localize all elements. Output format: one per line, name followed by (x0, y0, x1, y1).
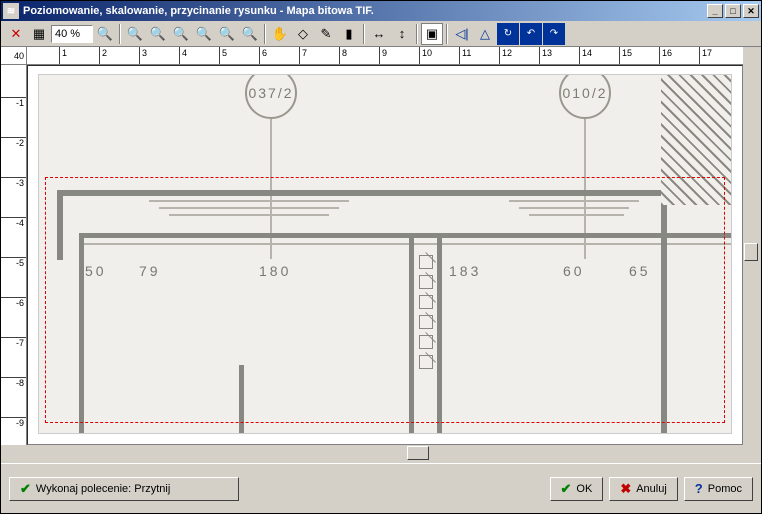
zoom-tool-3[interactable]: 🔍 (170, 23, 192, 45)
x-icon: ✖ (620, 481, 631, 497)
zoom-tool-1[interactable]: 🔍 (124, 23, 146, 45)
cancel-button[interactable]: ✖ Anuluj (609, 477, 677, 501)
drawing-canvas: 037/2 010/2 (38, 74, 732, 434)
pencil-icon[interactable]: ✎ (315, 23, 337, 45)
zoom-input[interactable]: 40 % (51, 25, 93, 43)
rotate-right-icon[interactable]: ↷ (543, 23, 565, 45)
room-label-right: 010/2 (559, 74, 611, 119)
rotate-left-icon[interactable]: ↶ (520, 23, 542, 45)
bottom-panel: ✔ Wykonaj polecenie: Przytnij ✔ OK ✖ Anu… (1, 463, 761, 513)
window-title: Poziomowanie, skalowanie, przycinanie ry… (23, 5, 707, 17)
ruler-horizontal: 1 2 3 4 5 6 7 8 9 10 11 12 13 14 15 16 1… (27, 47, 743, 65)
cancel-label: Anuluj (636, 483, 667, 495)
ruler-corner: 40 (1, 47, 27, 65)
zoom-tool-2[interactable]: 🔍 (147, 23, 169, 45)
zoom-in-icon[interactable]: 🔍 (94, 23, 116, 45)
flip-v-icon[interactable]: △ (474, 23, 496, 45)
scrollbar-vertical[interactable] (743, 65, 761, 445)
crop-icon[interactable]: ▣ (421, 23, 443, 45)
grid-icon[interactable]: ▦ (28, 23, 50, 45)
align-v-icon[interactable]: ↕ (391, 23, 413, 45)
toolbar: ✕ ▦ 40 % 🔍 🔍 🔍 🔍 🔍 🔍 🔍 ✋ ◇ ✎ ▮ ↔ ↕ ▣ ◁| … (1, 21, 761, 47)
execute-button[interactable]: ✔ Wykonaj polecenie: Przytnij (9, 477, 239, 501)
align-h-icon[interactable]: ↔ (368, 23, 390, 45)
dim-79: 79 (139, 263, 161, 279)
help-label: Pomoc (708, 483, 742, 495)
dim-183: 183 (449, 263, 481, 279)
dim-60: 60 (563, 263, 585, 279)
marker-icon[interactable]: ▮ (338, 23, 360, 45)
maximize-button[interactable]: □ (725, 4, 741, 18)
app-icon: ≋ (3, 3, 19, 19)
room-label-left: 037/2 (245, 74, 297, 119)
execute-label: Wykonaj polecenie: Przytnij (36, 483, 170, 495)
ok-label: OK (576, 483, 592, 495)
close-button[interactable]: ✕ (743, 4, 759, 18)
canvas-area: 40 1 2 3 4 5 6 7 8 9 10 11 12 13 14 15 1… (1, 47, 761, 463)
toolbar-close-icon[interactable]: ✕ (5, 23, 27, 45)
zoom-tool-4[interactable]: 🔍 (193, 23, 215, 45)
check-icon: ✔ (20, 481, 31, 497)
dim-65: 65 (629, 263, 651, 279)
dim-50: 50 (85, 263, 107, 279)
flip-h-icon[interactable]: ◁| (451, 23, 473, 45)
rotate-90-icon[interactable]: ↻ (497, 23, 519, 45)
zoom-tool-5[interactable]: 🔍 (216, 23, 238, 45)
eraser-icon[interactable]: ◇ (292, 23, 314, 45)
hand-tool-icon[interactable]: ✋ (269, 23, 291, 45)
scrollbar-horizontal[interactable] (27, 445, 743, 463)
drawing-viewport[interactable]: 037/2 010/2 (27, 65, 743, 445)
zoom-tool-6[interactable]: 🔍 (239, 23, 261, 45)
titlebar: ≋ Poziomowanie, skalowanie, przycinanie … (1, 1, 761, 21)
help-button[interactable]: ? Pomoc (684, 477, 753, 501)
check-icon: ✔ (561, 481, 572, 497)
ruler-vertical: -1 -2 -3 -4 -5 -6 -7 -8 -9 (1, 65, 27, 445)
ok-button[interactable]: ✔ OK (550, 477, 604, 501)
question-icon: ? (695, 481, 703, 496)
dim-180: 180 (259, 263, 291, 279)
minimize-button[interactable]: _ (707, 4, 723, 18)
